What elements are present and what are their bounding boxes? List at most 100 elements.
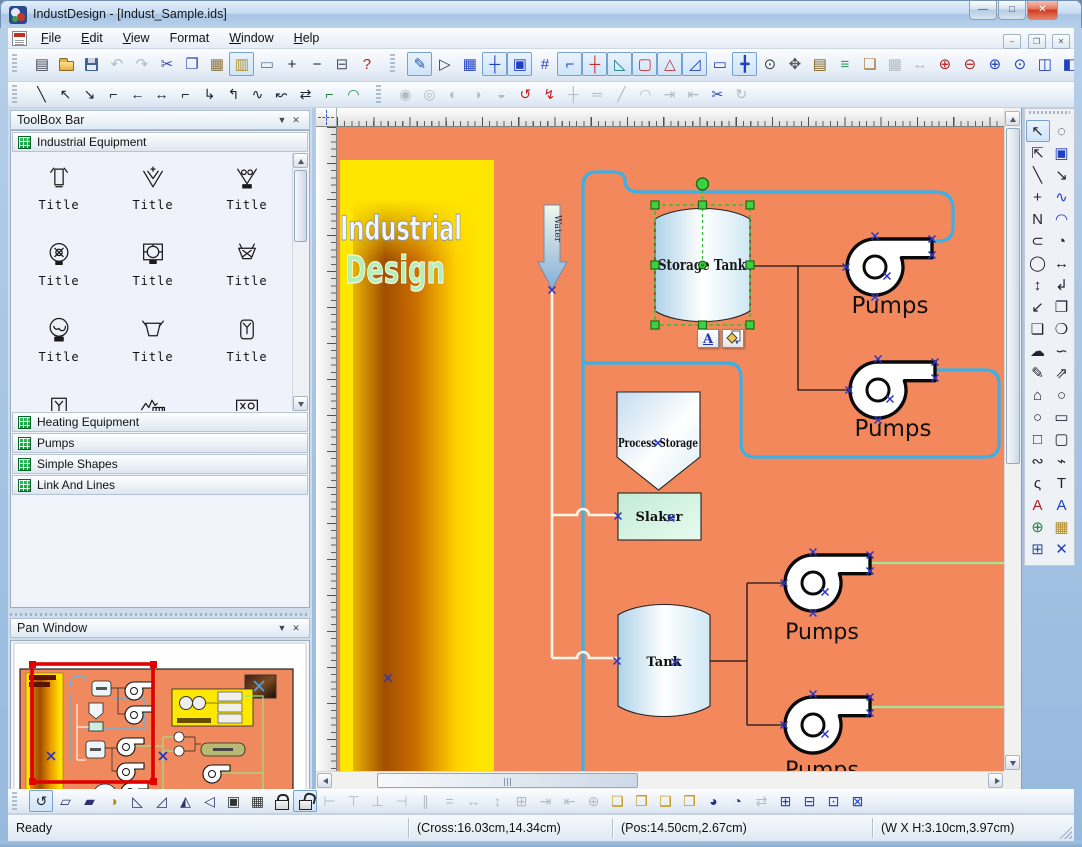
curve-arrow-start-tool[interactable]: ↜: [269, 83, 293, 105]
shape-combine-button[interactable]: ◎: [417, 83, 441, 105]
swap-order-button[interactable]: ⇄: [749, 790, 773, 812]
panel-menu-icon[interactable]: ▼: [275, 623, 289, 633]
arc-chord-tool[interactable]: ⊂: [1026, 230, 1050, 252]
shape-agitator-tank[interactable]: Title: [200, 305, 294, 381]
snap-shapes-button[interactable]: △: [657, 52, 682, 76]
panel-menu-icon[interactable]: ▼: [275, 115, 289, 125]
shape-hopper-plus[interactable]: Title: [106, 153, 200, 229]
paste-button[interactable]: ▦: [204, 52, 229, 76]
smart-curve-tool[interactable]: ◠: [341, 83, 365, 105]
toolbox-group-header[interactable]: Heating Equipment: [12, 412, 308, 432]
align-center-v-button[interactable]: =: [437, 790, 461, 812]
fit-page-button[interactable]: ◧: [1057, 52, 1074, 76]
node-edit-tool[interactable]: ▣: [1050, 142, 1074, 164]
horizontal-scrollbar[interactable]: [316, 771, 1004, 789]
snap-guides-button[interactable]: ┼: [582, 52, 607, 76]
vertical-scrollbar[interactable]: [1004, 110, 1021, 771]
bring-forward-button[interactable]: ❑: [653, 790, 677, 812]
shape-fragment-button[interactable]: ◒: [489, 83, 513, 105]
toolbox-group-header[interactable]: Simple Shapes: [12, 454, 308, 474]
front-of-shape-button[interactable]: ◕: [701, 790, 725, 812]
node-curve-tool[interactable]: ⌁: [1050, 450, 1074, 472]
menu-view[interactable]: View: [114, 28, 159, 49]
scroll-left-icon[interactable]: [317, 773, 332, 788]
hyperlink-tool[interactable]: ⊕: [1026, 516, 1050, 538]
font-format-button[interactable]: A: [697, 329, 719, 348]
rounded-rect-tool[interactable]: ▢: [1050, 428, 1074, 450]
shape-bucket[interactable]: Title: [106, 305, 200, 381]
freehand-tool[interactable]: ∽: [1050, 340, 1074, 362]
print-button[interactable]: ⊟: [329, 52, 354, 76]
scroll-up-icon[interactable]: [1005, 111, 1020, 126]
toolbox-bar-header[interactable]: ToolBox Bar ▼ ✕: [10, 110, 310, 130]
fit-frame-button[interactable]: ⊡: [821, 790, 845, 812]
shape-subtract-button[interactable]: ◑: [465, 83, 489, 105]
arc-tool[interactable]: ◠: [1050, 208, 1074, 230]
drawing-canvas[interactable]: Industrial Design: [337, 127, 1004, 771]
oval-tool[interactable]: ○: [1050, 384, 1074, 406]
skew-v-button[interactable]: ▰: [77, 790, 101, 812]
curve-segment-button[interactable]: ◠: [633, 83, 657, 105]
add-node-button[interactable]: ┼: [561, 83, 585, 105]
spline-tool[interactable]: ∿: [1050, 186, 1074, 208]
wordart-tool[interactable]: A: [1050, 494, 1074, 516]
title-bar[interactable]: IndustDesign - [Indust_Sample.ids] — □ ✕: [0, 0, 1082, 28]
zoom-increase-button[interactable]: +: [279, 52, 304, 76]
shape-crusher[interactable]: Title: [12, 229, 106, 305]
same-height-button[interactable]: ↕: [485, 790, 509, 812]
dimension-h-tool[interactable]: ↔: [1050, 252, 1074, 274]
shape-agitator-box[interactable]: [12, 381, 106, 411]
toolbox-group-industrial-equipment[interactable]: Industrial Equipment: [12, 132, 308, 152]
straighten-segment-button[interactable]: ╱: [609, 83, 633, 105]
dock-splitter[interactable]: [10, 610, 310, 618]
select-region-button[interactable]: ▢: [632, 52, 657, 76]
rotate-right-button[interactable]: ◿: [149, 790, 173, 812]
zoom-actual-button[interactable]: ⊙: [1007, 52, 1032, 76]
curve-arrow-both-tool[interactable]: ⇄: [293, 83, 317, 105]
fit-width-button[interactable]: ◫: [1032, 52, 1057, 76]
select-tool[interactable]: ↖: [1026, 120, 1050, 142]
connection-points-button[interactable]: ╋: [732, 52, 757, 76]
align-left-button[interactable]: ⊢: [317, 790, 341, 812]
square-tool[interactable]: □: [1026, 428, 1050, 450]
cross-tool[interactable]: +: [1026, 186, 1050, 208]
mdi-restore-button[interactable]: ❐: [1028, 34, 1046, 49]
line-tool[interactable]: ╲: [1026, 164, 1050, 186]
layout-grid-button[interactable]: ▦: [882, 52, 907, 76]
behind-shape-button[interactable]: ◔: [725, 790, 749, 812]
save-button[interactable]: [79, 52, 104, 76]
shape-flotation-cell[interactable]: Title: [200, 153, 294, 229]
snap-handles-button[interactable]: ◿: [682, 52, 707, 76]
ruler-corner[interactable]: [316, 108, 337, 127]
rotate-free-button[interactable]: ↺: [29, 790, 53, 812]
minimize-button[interactable]: —: [969, 1, 997, 20]
shape-list-scrollbar[interactable]: [292, 153, 308, 411]
shape-scrubber[interactable]: Title: [12, 305, 106, 381]
flip-v-button[interactable]: ◁: [197, 790, 221, 812]
line-connector-arrow-both-tool[interactable]: ↘: [77, 83, 101, 105]
guides-toggle-button[interactable]: ┼: [482, 52, 507, 76]
snap-lines-button[interactable]: ◺: [607, 52, 632, 76]
page-frame-button[interactable]: ▭: [707, 52, 732, 76]
undo-button[interactable]: ↶: [104, 52, 129, 76]
align-top-button[interactable]: ⊤: [341, 790, 365, 812]
smart-connector-tool[interactable]: ⌐: [317, 83, 341, 105]
space-h-button[interactable]: ⇥: [533, 790, 557, 812]
rotate-left-button[interactable]: ◺: [125, 790, 149, 812]
scroll-down-icon[interactable]: [293, 396, 308, 411]
panel-close-icon[interactable]: ✕: [289, 115, 303, 126]
shape-control-box[interactable]: [200, 381, 294, 411]
zoom-decrease-button[interactable]: −: [304, 52, 329, 76]
remove-segment-button[interactable]: ═: [585, 83, 609, 105]
scroll-up-icon[interactable]: [293, 153, 308, 168]
rotation-handle[interactable]: [697, 178, 709, 190]
layers-button[interactable]: ≡: [832, 52, 857, 76]
menu-window[interactable]: Window: [220, 28, 282, 49]
shape-union-button[interactable]: ◉: [393, 83, 417, 105]
fill-format-button[interactable]: [722, 329, 744, 348]
rotate-connector-button[interactable]: ↻: [729, 83, 753, 105]
rectangle-tool[interactable]: ▭: [1050, 406, 1074, 428]
shape-feeder[interactable]: Title: [200, 229, 294, 305]
ruler-window-button[interactable]: ▭: [254, 52, 279, 76]
pan-tool-button[interactable]: ✥: [782, 52, 807, 76]
